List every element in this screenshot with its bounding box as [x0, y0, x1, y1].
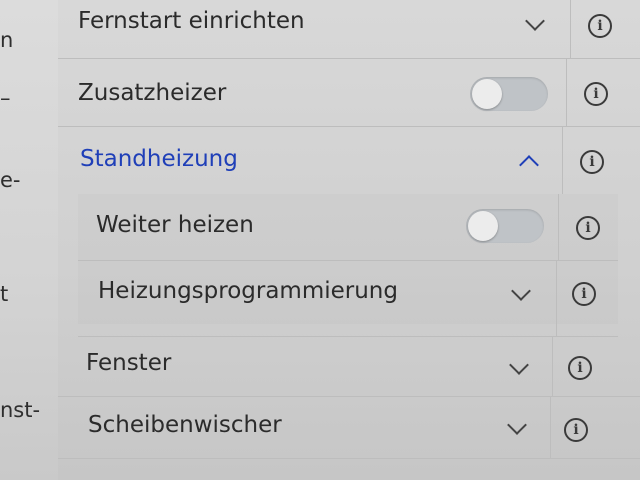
screen: n – e- t nst- Fernstart einrichten i Zus… [0, 0, 640, 480]
info-icon[interactable]: i [576, 216, 600, 240]
row-fenster[interactable]: Fenster i [58, 336, 640, 397]
divider [570, 0, 571, 58]
row-heizungsprogrammierung[interactable]: Heizungsprogrammierung i [78, 260, 618, 337]
scheibenwischer-label: Scheibenwischer [88, 412, 282, 438]
left-fragment: – [0, 86, 11, 110]
settings-panel: Fernstart einrichten i Zusatzheizer i St… [58, 0, 640, 480]
divider [566, 58, 567, 126]
row-weiter-heizen: Weiter heizen i [78, 194, 618, 261]
row-zusatzheizer: Zusatzheizer i [58, 58, 640, 127]
row-fernstart[interactable]: Fernstart einrichten i [58, 0, 640, 59]
divider [550, 396, 551, 458]
left-menu-column: n – e- t nst- [0, 0, 59, 480]
divider [556, 260, 557, 336]
toggle-knob [468, 211, 498, 241]
heizungsprogrammierung-label: Heizungsprogrammierung [98, 278, 398, 304]
info-icon[interactable]: i [588, 14, 612, 38]
info-icon[interactable]: i [580, 150, 604, 174]
weiter-heizen-toggle[interactable] [466, 209, 544, 243]
toggle-knob [472, 79, 502, 109]
divider [558, 194, 559, 260]
zusatzheizer-label: Zusatzheizer [78, 80, 227, 106]
divider [562, 126, 563, 194]
chevron-down-icon[interactable] [509, 355, 529, 375]
info-icon[interactable]: i [568, 356, 592, 380]
fenster-label: Fenster [86, 350, 172, 376]
divider [552, 336, 553, 396]
weiter-heizen-label: Weiter heizen [96, 212, 254, 238]
chevron-down-icon[interactable] [507, 415, 527, 435]
fernstart-label: Fernstart einrichten [78, 8, 305, 34]
chevron-down-icon[interactable] [511, 281, 531, 301]
left-fragment: e- [0, 168, 21, 192]
row-scheibenwischer[interactable]: Scheibenwischer i [58, 396, 640, 459]
info-icon[interactable]: i [584, 82, 608, 106]
row-standheizung[interactable]: Standheizung i [58, 126, 640, 194]
left-fragment: n [0, 28, 14, 52]
chevron-down-icon[interactable] [525, 11, 545, 31]
info-icon[interactable]: i [564, 418, 588, 442]
zusatzheizer-toggle[interactable] [470, 77, 548, 111]
left-fragment: t [0, 282, 9, 306]
info-icon[interactable]: i [572, 282, 596, 306]
chevron-up-icon[interactable] [519, 155, 539, 175]
standheizung-label: Standheizung [80, 146, 238, 172]
left-fragment: nst- [0, 398, 41, 422]
